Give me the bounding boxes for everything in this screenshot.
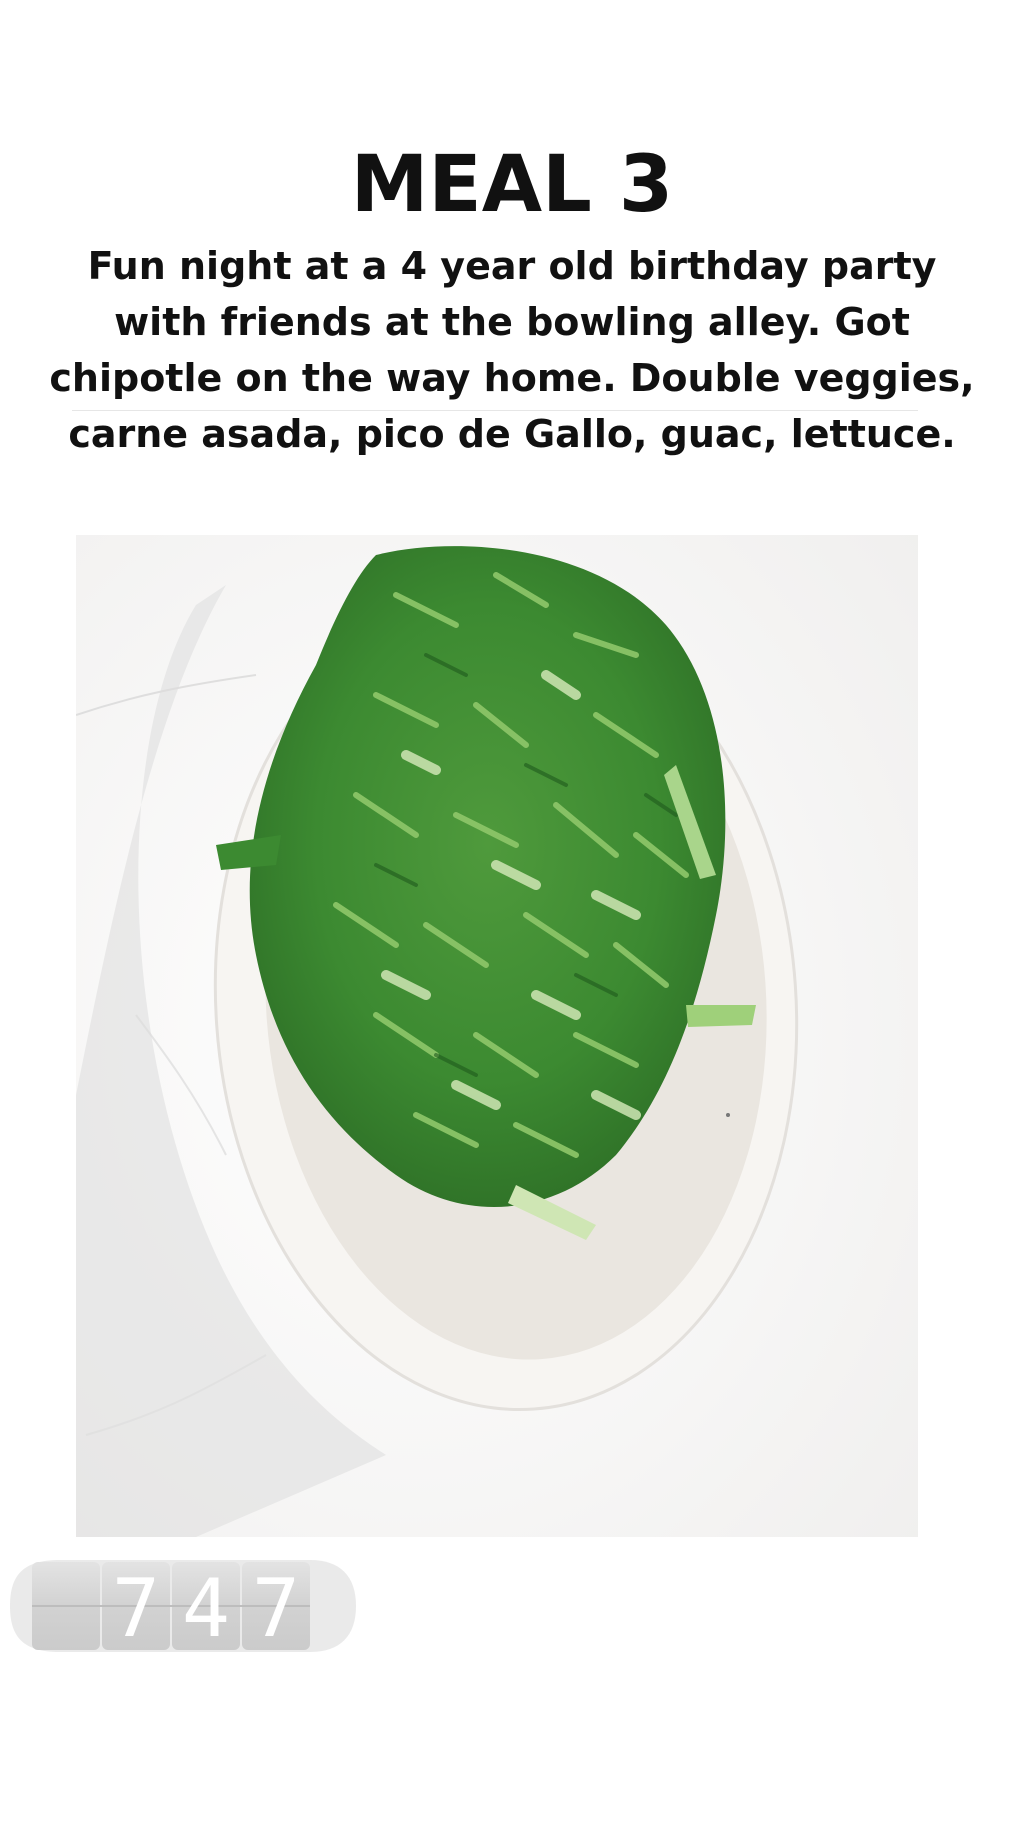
meal-title: MEAL 3 bbox=[350, 140, 674, 230]
meal-caption: Fun night at a 4 year old birthday party… bbox=[49, 244, 975, 456]
counter-digit-4: 7 bbox=[252, 1562, 300, 1655]
counter-digit-3: 4 bbox=[182, 1562, 230, 1655]
divider-line bbox=[72, 410, 918, 411]
counter-digit-2: 7 bbox=[112, 1562, 160, 1655]
counter-sticker: 7 4 7 bbox=[0, 1548, 364, 1664]
meal-photo bbox=[76, 535, 918, 1537]
